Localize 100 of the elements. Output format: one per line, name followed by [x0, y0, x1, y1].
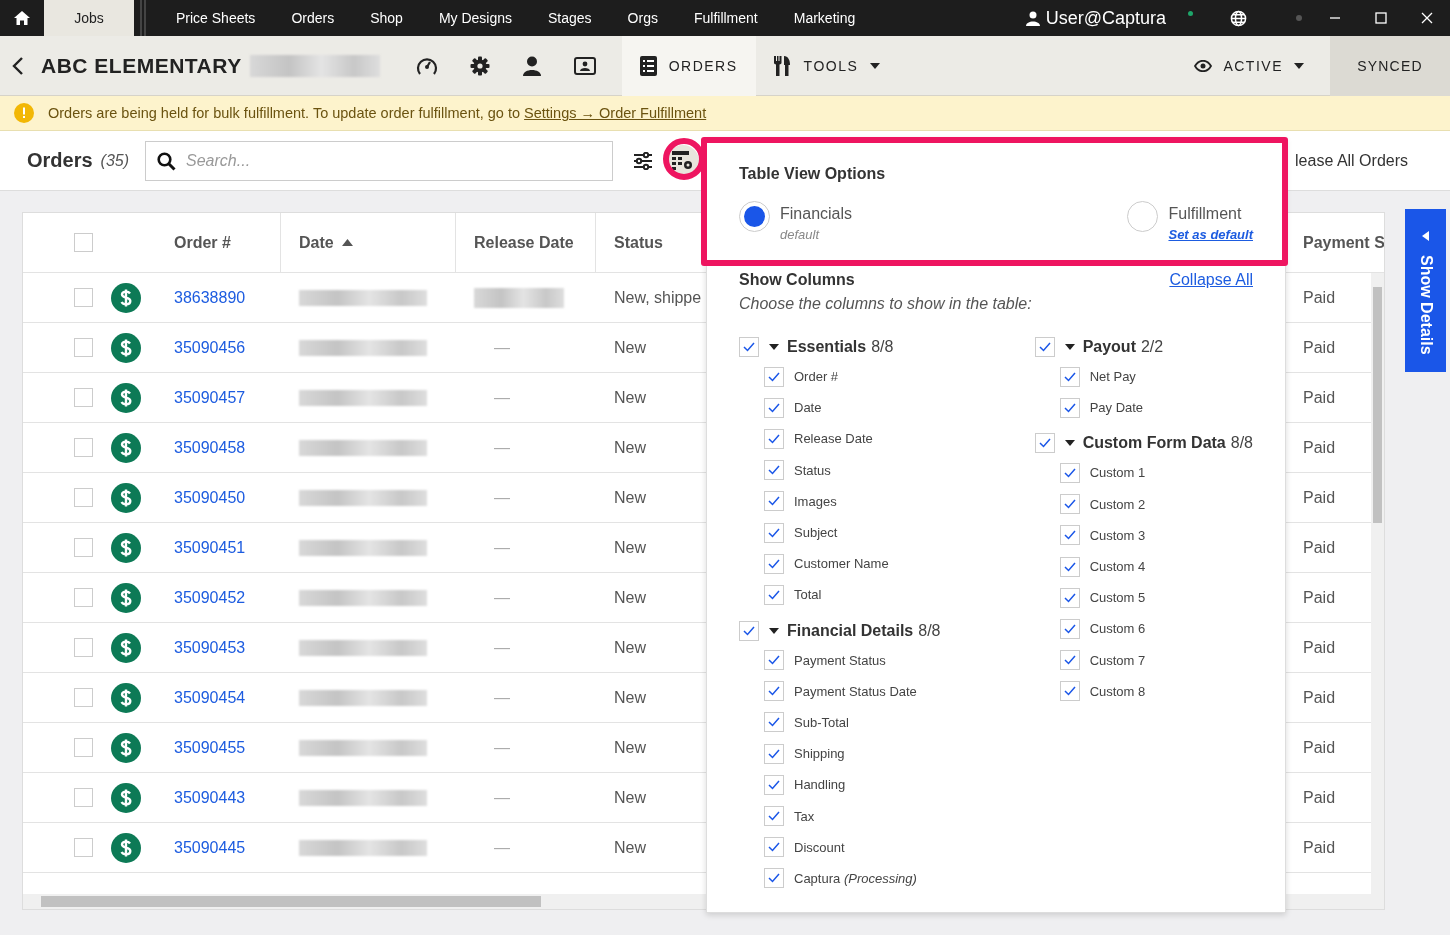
order-number-link[interactable]: 35090443 [174, 788, 246, 807]
photo-card-icon[interactable] [573, 55, 596, 76]
column-checkbox[interactable] [1059, 618, 1080, 639]
column-checkbox[interactable] [764, 522, 784, 543]
order-number-link[interactable]: 35090456 [174, 338, 246, 357]
group-checkbox[interactable] [739, 337, 759, 357]
globe-icon[interactable] [1230, 9, 1247, 27]
nav-tab[interactable]: Stages [530, 0, 610, 36]
column-header[interactable]: Release Date [474, 233, 574, 252]
select-all-checkbox[interactable] [74, 233, 93, 252]
table-cell: New [614, 338, 646, 357]
group-checkbox[interactable] [1034, 433, 1055, 454]
column-header[interactable]: Date [299, 233, 353, 252]
column-checkbox[interactable] [764, 712, 784, 733]
view-option-label[interactable]: Financials [780, 205, 853, 223]
release-orders-button[interactable]: lease All Orders [1295, 151, 1408, 170]
visibility-dropdown[interactable]: ACTIVE [1194, 57, 1304, 74]
person-icon[interactable] [521, 55, 542, 76]
column-checkbox[interactable] [764, 491, 784, 512]
nav-tab[interactable]: Jobs [44, 0, 134, 36]
nav-tab[interactable]: Marketing [775, 0, 874, 36]
order-number-link[interactable]: 35090453 [174, 638, 246, 657]
column-checkbox[interactable] [764, 553, 784, 574]
nav-tab[interactable]: Price Sheets [158, 0, 274, 36]
order-number-link[interactable]: 35090458 [174, 438, 246, 457]
row-checkbox[interactable] [74, 288, 93, 307]
order-number-link[interactable]: 35090454 [174, 688, 246, 707]
column-checkbox[interactable] [764, 681, 784, 702]
table-cell: Paid [1303, 688, 1336, 707]
sync-status-button[interactable]: SYNCED [1330, 35, 1450, 96]
nav-tab[interactable]: Fulfillment [675, 0, 776, 36]
user-name[interactable]: User@Captura [1045, 7, 1166, 29]
column-option-label: Date [794, 400, 822, 416]
dollar-icon [111, 482, 141, 513]
settings-link[interactable]: Settings → Order Fulfillment [524, 105, 707, 121]
nav-tab[interactable]: Orgs [609, 0, 676, 36]
column-checkbox[interactable] [764, 460, 784, 481]
toolbar-tab[interactable]: ORDERS [621, 35, 756, 96]
row-checkbox[interactable] [74, 438, 93, 457]
show-details-tab[interactable]: Show Details [1405, 209, 1446, 372]
gauge-icon[interactable] [415, 55, 438, 76]
filter-sliders-icon[interactable] [633, 151, 654, 170]
row-checkbox[interactable] [74, 638, 93, 657]
order-number-link[interactable]: 38638890 [174, 288, 246, 307]
row-checkbox[interactable] [74, 538, 93, 557]
column-checkbox[interactable] [764, 743, 784, 764]
order-number-link[interactable]: 35090450 [174, 488, 246, 507]
column-checkbox[interactable] [1059, 366, 1080, 387]
column-checkbox[interactable] [764, 428, 784, 449]
set-default-link[interactable]: Set as default [1168, 227, 1253, 242]
group-checkbox[interactable] [1034, 337, 1055, 357]
caret-icon[interactable] [769, 627, 779, 634]
row-checkbox[interactable] [74, 588, 93, 607]
maximize-icon[interactable] [1375, 12, 1387, 24]
row-checkbox[interactable] [74, 338, 93, 357]
row-checkbox[interactable] [74, 488, 93, 507]
column-header[interactable]: Status [614, 233, 663, 252]
column-checkbox[interactable] [764, 806, 784, 827]
row-checkbox[interactable] [74, 738, 93, 757]
caret-icon[interactable] [1064, 344, 1075, 350]
column-checkbox[interactable] [1059, 650, 1080, 671]
order-number-link[interactable]: 35090445 [174, 838, 246, 857]
column-checkbox[interactable] [764, 837, 784, 858]
vertical-scrollbar[interactable] [1371, 273, 1384, 894]
row-checkbox[interactable] [74, 838, 93, 857]
caret-icon[interactable] [769, 344, 779, 350]
column-header[interactable]: Payment S [1303, 233, 1384, 252]
column-checkbox[interactable] [1059, 462, 1080, 483]
column-checkbox[interactable] [1059, 556, 1080, 577]
order-number-link[interactable]: 35090455 [174, 738, 246, 757]
column-checkbox[interactable] [764, 366, 784, 387]
toolbar-tab[interactable]: TOOLS [755, 35, 899, 96]
order-number-link[interactable]: 35090452 [174, 588, 246, 607]
column-checkbox[interactable] [1059, 397, 1080, 418]
caret-icon[interactable] [1064, 440, 1075, 447]
order-number-link[interactable]: 35090451 [174, 538, 246, 557]
view-option-label[interactable]: Fulfillment [1168, 205, 1253, 223]
nav-tab[interactable]: My Designs [420, 0, 530, 36]
group-checkbox[interactable] [739, 620, 759, 641]
user-icon [1025, 10, 1040, 26]
back-icon[interactable] [12, 56, 24, 75]
column-checkbox[interactable] [764, 774, 784, 795]
column-checkbox[interactable] [764, 584, 784, 605]
column-checkbox[interactable] [1059, 587, 1080, 608]
column-checkbox[interactable] [1059, 525, 1080, 546]
collapse-all-link[interactable]: Collapse All [1169, 271, 1253, 289]
nav-tab[interactable]: Orders [273, 0, 353, 36]
row-checkbox[interactable] [74, 788, 93, 807]
order-number-link[interactable]: 35090457 [174, 388, 246, 407]
nav-tab[interactable]: Shop [352, 0, 421, 36]
column-checkbox[interactable] [1059, 681, 1080, 702]
column-checkbox[interactable] [764, 397, 784, 418]
search-field[interactable]: Search... [145, 140, 614, 181]
column-checkbox[interactable] [1059, 494, 1080, 515]
column-checkbox[interactable] [764, 650, 784, 671]
close-icon[interactable] [1421, 12, 1433, 24]
row-checkbox[interactable] [74, 688, 93, 707]
column-checkbox[interactable] [764, 868, 784, 889]
row-checkbox[interactable] [74, 388, 93, 407]
column-header[interactable]: Order # [174, 233, 231, 252]
